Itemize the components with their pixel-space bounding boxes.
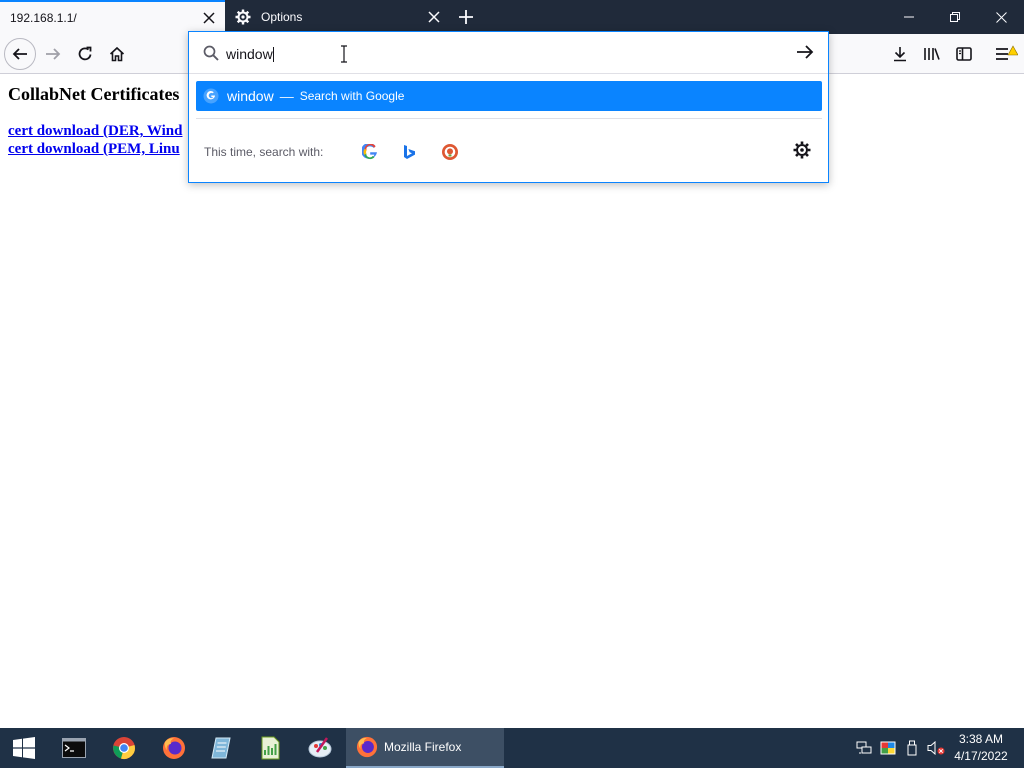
taskbar-window-title: Mozilla Firefox <box>384 740 462 754</box>
notepad-icon <box>211 737 231 759</box>
windows-taskbar: Mozilla Firefox 3:38 AM 4/17/2022 <box>0 728 1024 768</box>
spreadsheet-icon <box>261 736 280 760</box>
google-icon[interactable] <box>359 141 381 163</box>
url-bar-popup: window window — Search with Google This … <box>188 31 829 183</box>
system-clock[interactable]: 3:38 AM 4/17/2022 <box>946 731 1016 765</box>
suggestion-text: window <box>227 88 274 104</box>
sidebar-icon <box>956 47 972 61</box>
start-button[interactable] <box>0 728 48 768</box>
page-heading: CollabNet Certificates <box>8 84 180 104</box>
one-off-search-bar: This time, search with: <box>189 131 828 171</box>
tab-strip: 192.168.1.1/ Options <box>0 0 1024 34</box>
windows-logo-icon <box>13 737 35 759</box>
plus-icon <box>459 10 473 24</box>
suggestion-action: Search with Google <box>299 89 405 103</box>
duckduckgo-icon[interactable] <box>439 141 461 163</box>
tab-192-168-1-1[interactable]: 192.168.1.1/ <box>0 0 225 34</box>
go-arrow-icon[interactable] <box>796 44 814 65</box>
tab-title: Options <box>261 10 303 24</box>
clock-date: 4/17/2022 <box>954 749 1008 763</box>
cert-download-der-link[interactable]: cert download (DER, Wind <box>8 123 182 140</box>
close-icon[interactable] <box>422 5 446 29</box>
volume-muted-icon[interactable] <box>924 728 948 768</box>
search-settings-gear-icon[interactable] <box>793 141 811 164</box>
gear-icon <box>235 9 251 25</box>
taskbar-paint[interactable] <box>296 728 344 768</box>
library-button[interactable] <box>916 38 948 70</box>
chrome-icon <box>113 737 135 759</box>
google-icon <box>203 88 219 104</box>
new-tab-button[interactable] <box>453 5 479 29</box>
suggestion-separator: — <box>279 88 294 104</box>
home-button[interactable] <box>101 38 133 70</box>
download-icon <box>894 47 906 62</box>
library-icon <box>924 48 940 60</box>
taskbar-chrome[interactable] <box>100 728 148 768</box>
close-icon <box>995 11 1007 23</box>
taskbar-terminal[interactable] <box>50 728 98 768</box>
color-app-tray-icon[interactable] <box>876 728 900 768</box>
firefox-icon <box>163 737 185 759</box>
one-off-label: This time, search with: <box>204 145 324 159</box>
firefox-icon <box>356 736 378 758</box>
divider <box>196 118 822 119</box>
taskbar-spreadsheet[interactable] <box>246 728 294 768</box>
search-suggestion-row[interactable]: window — Search with Google <box>196 81 822 111</box>
hamburger-menu-icon <box>996 45 1018 60</box>
paint-icon <box>308 737 332 758</box>
taskbar-firefox-window[interactable]: Mozilla Firefox <box>346 728 504 768</box>
text-caret <box>272 47 274 62</box>
close-window-button[interactable] <box>978 0 1024 34</box>
app-menu-button[interactable] <box>990 38 1022 70</box>
warning-badge-icon <box>1007 45 1018 56</box>
text-cursor-icon <box>340 45 348 68</box>
close-icon[interactable] <box>197 6 221 30</box>
tab-title: 192.168.1.1/ <box>10 11 77 25</box>
url-bar-text[interactable]: window <box>226 46 274 62</box>
forward-button[interactable] <box>37 38 69 70</box>
terminal-icon <box>62 738 86 758</box>
reload-button[interactable] <box>69 38 101 70</box>
bing-icon[interactable] <box>399 141 421 163</box>
reload-icon <box>78 46 92 61</box>
network-icon[interactable] <box>852 728 876 768</box>
restore-icon <box>950 12 960 22</box>
restore-button[interactable] <box>932 0 978 34</box>
home-icon <box>109 46 125 62</box>
forward-arrow-icon <box>46 48 61 60</box>
back-arrow-icon <box>12 48 27 60</box>
tab-options[interactable]: Options <box>225 0 450 34</box>
downloads-button[interactable] <box>884 38 916 70</box>
usb-device-icon[interactable] <box>900 728 924 768</box>
cert-download-pem-link[interactable]: cert download (PEM, Linu <box>8 141 180 158</box>
back-button[interactable] <box>4 38 36 70</box>
search-icon <box>203 45 219 66</box>
taskbar-firefox[interactable] <box>150 728 198 768</box>
minimize-button[interactable] <box>886 0 932 34</box>
minimize-icon <box>904 16 914 18</box>
clock-time: 3:38 AM <box>958 732 1004 746</box>
url-bar-input[interactable]: window <box>189 32 828 74</box>
taskbar-notepad[interactable] <box>198 728 246 768</box>
sidebar-button[interactable] <box>948 38 980 70</box>
